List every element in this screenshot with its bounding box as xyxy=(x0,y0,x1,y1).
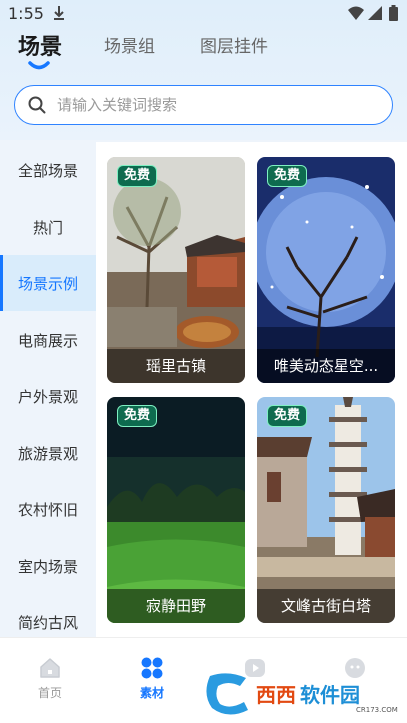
battery-icon xyxy=(389,5,398,21)
sidebar-item-hot[interactable]: 热门 xyxy=(0,199,96,255)
free-badge: 免费 xyxy=(267,405,307,427)
nav-material[interactable]: 素材 xyxy=(122,656,182,701)
card-title: 寂静田野 xyxy=(107,589,245,623)
wifi-icon xyxy=(348,6,364,20)
card-title: 瑶里古镇 xyxy=(107,349,245,383)
search-icon xyxy=(28,96,46,114)
category-sidebar: 全部场景 热门 场景示例 电商展示 户外景观 旅游景观 农村怀旧 室内场景 简约… xyxy=(0,142,96,637)
sidebar-item-ecommerce[interactable]: 电商展示 xyxy=(0,312,96,368)
tab-active-indicator xyxy=(28,61,50,70)
sidebar-item-rural[interactable]: 农村怀旧 xyxy=(0,481,96,537)
sidebar-item-scene-examples[interactable]: 场景示例 xyxy=(0,255,96,311)
scene-card[interactable]: 免费 唯美动态星空... xyxy=(257,157,395,383)
nav-home[interactable]: 首页 xyxy=(20,656,80,701)
status-time: 1:55 xyxy=(8,4,44,23)
search-input[interactable] xyxy=(57,95,377,115)
tab-scene[interactable]: 场景 xyxy=(18,29,62,61)
svg-text:西西: 西西 xyxy=(256,683,296,707)
scene-grid: 免费 瑶里古镇 免费 唯美动态星空... 免费 寂静田野 免费 文峰古街白塔 xyxy=(96,142,407,637)
tab-scene-group[interactable]: 场景组 xyxy=(104,32,155,57)
tab-layer-widget[interactable]: 图层挂件 xyxy=(200,32,268,57)
svg-text:CR173.COM: CR173.COM xyxy=(356,706,398,714)
scene-card[interactable]: 免费 瑶里古镇 xyxy=(107,157,245,383)
free-badge: 免费 xyxy=(267,165,307,187)
scene-card[interactable]: 免费 寂静田野 xyxy=(107,397,245,623)
sidebar-item-all-scenes[interactable]: 全部场景 xyxy=(0,142,96,198)
search-box[interactable] xyxy=(14,85,393,125)
scene-card[interactable]: 免费 文峰古街白塔 xyxy=(257,397,395,623)
download-icon xyxy=(54,6,64,20)
nav-home-label: 首页 xyxy=(37,686,62,700)
nav-material-label: 素材 xyxy=(139,686,164,700)
material-icon xyxy=(141,657,163,679)
watermark-logo: 西西 软件园 CR173.COM xyxy=(206,673,398,715)
free-badge: 免费 xyxy=(117,165,157,187)
free-badge: 免费 xyxy=(117,405,157,427)
home-icon xyxy=(40,658,60,678)
signal-icon xyxy=(368,6,382,20)
sidebar-item-indoor[interactable]: 室内场景 xyxy=(0,538,96,594)
sidebar-item-travel[interactable]: 旅游景观 xyxy=(0,425,96,481)
svg-text:软件园: 软件园 xyxy=(300,683,360,707)
card-title: 文峰古街白塔 xyxy=(257,589,395,623)
sidebar-item-outdoor[interactable]: 户外景观 xyxy=(0,368,96,424)
status-bar: 1:55 xyxy=(0,0,407,28)
card-title: 唯美动态星空... xyxy=(257,349,395,383)
